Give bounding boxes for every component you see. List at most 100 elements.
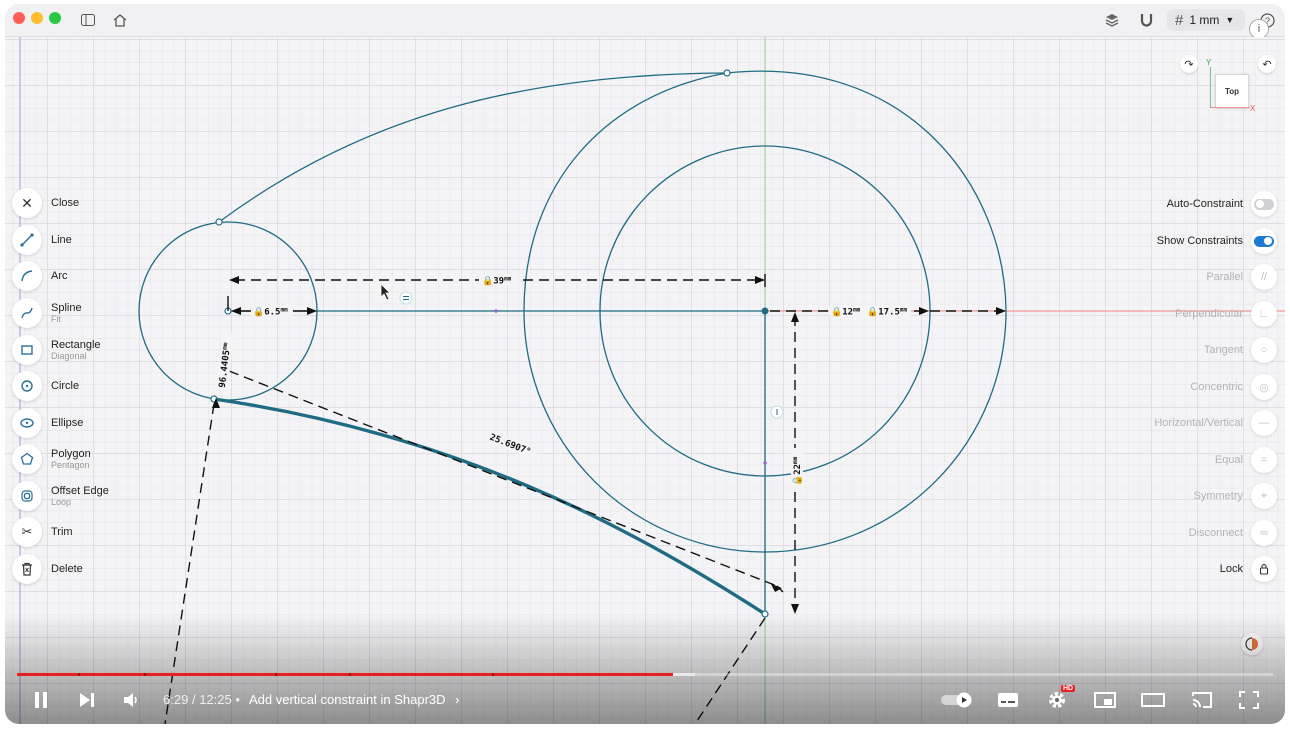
rectangle-icon[interactable]	[12, 335, 42, 365]
subtitles-icon	[998, 693, 1018, 707]
line-icon[interactable]	[12, 225, 42, 255]
auto-constraint-toggle-row[interactable]: Auto-Constraint	[1167, 191, 1277, 217]
autoplay-toggle[interactable]	[939, 688, 975, 712]
perpendicular-icon[interactable]: ∟	[1251, 301, 1277, 327]
fullscreen-icon	[1239, 691, 1259, 709]
tool-sublabel: Loop	[51, 496, 72, 507]
offset-edge-icon[interactable]	[12, 481, 42, 511]
pause-icon	[35, 692, 47, 708]
tool-arc[interactable]: Arc	[12, 261, 68, 291]
tool-close[interactable]: ✕ Close	[12, 188, 79, 218]
tool-polygon[interactable]: Polygon Pentagon	[12, 444, 91, 474]
home-icon[interactable]	[110, 10, 130, 30]
settings-button[interactable]: HD	[1044, 685, 1076, 712]
tool-trim[interactable]: ✂ Trim	[12, 517, 73, 547]
constraint-equal[interactable]: Equal =	[1215, 447, 1277, 473]
constraint-label: Parallel	[1206, 271, 1243, 283]
tool-ellipse[interactable]: Ellipse	[12, 408, 83, 438]
rotate-view-button[interactable]: ↷	[1180, 55, 1198, 73]
chapter-marker	[492, 673, 494, 676]
constraint-symmetry[interactable]: Symmetry ⌖	[1194, 483, 1277, 509]
subtitles-button[interactable]	[995, 688, 1021, 712]
auto-constraint-label: Auto-Constraint	[1166, 198, 1243, 210]
lock-icon[interactable]	[1251, 556, 1277, 582]
axis-y-label: Y	[1206, 58, 1212, 67]
constraint-horizontal-vertical[interactable]: Horizontal/Vertical —	[1154, 410, 1277, 436]
angle-dimension-label[interactable]: 25.6907°	[488, 433, 532, 458]
origin-point[interactable]	[761, 307, 769, 315]
symmetry-icon[interactable]: ⌖	[1251, 483, 1277, 509]
layers-icon[interactable]	[1102, 10, 1122, 30]
mouse-cursor-icon	[380, 283, 391, 301]
constraint-lock[interactable]: Lock	[1220, 556, 1277, 582]
tool-spline[interactable]: Spline Fit	[12, 298, 82, 328]
hd-badge: HD	[1061, 685, 1076, 692]
show-constraints-toggle[interactable]	[1251, 228, 1277, 254]
chapter-marker	[144, 673, 146, 676]
constraint-parallel[interactable]: Parallel //	[1206, 264, 1277, 290]
constraint-tangent[interactable]: Tangent ○	[1204, 337, 1277, 363]
equal-constraint-marker[interactable]	[399, 291, 413, 305]
auto-constraint-toggle[interactable]	[1251, 191, 1277, 217]
equal-icon[interactable]: =	[1251, 447, 1277, 473]
maximize-window-button[interactable]	[49, 12, 61, 24]
spline-point[interactable]	[723, 69, 731, 77]
view-cube-label: Top	[1224, 86, 1240, 96]
tool-circle[interactable]: Circle	[12, 371, 79, 401]
tool-rectangle[interactable]: Rectangle Diagonal	[12, 335, 101, 365]
pause-button[interactable]	[29, 688, 53, 712]
selected-spline[interactable]	[213, 397, 766, 616]
constraint-label: Equal	[1214, 454, 1243, 466]
constraint-label: Disconnect	[1188, 527, 1243, 539]
chapter-title-button[interactable]: Add vertical constraint in Shapr3D ›	[249, 692, 460, 707]
disconnect-icon[interactable]: ∞	[1251, 520, 1277, 546]
volume-button[interactable]	[120, 688, 144, 712]
time-separator: /	[191, 692, 196, 707]
tool-label: Delete	[51, 563, 83, 575]
tangent-icon[interactable]: ○	[1251, 337, 1277, 363]
progress-bar[interactable]	[17, 673, 1273, 676]
constraint-disconnect[interactable]: Disconnect ∞	[1189, 520, 1277, 546]
arrowhead	[791, 604, 799, 614]
parallel-icon[interactable]: //	[1251, 264, 1277, 290]
minimize-window-button[interactable]	[31, 12, 43, 24]
tool-line[interactable]: Line	[12, 225, 72, 255]
theater-mode-button[interactable]	[1140, 688, 1166, 712]
close-icon[interactable]: ✕	[12, 188, 42, 218]
undo-view-button[interactable]: ↶	[1258, 55, 1276, 73]
magnet-snap-icon[interactable]	[1136, 10, 1156, 30]
close-window-button[interactable]	[13, 12, 25, 24]
tool-sublabel: Fit	[51, 313, 61, 324]
constraint-concentric[interactable]: Concentric ◎	[1190, 374, 1277, 400]
concentric-icon[interactable]: ◎	[1251, 374, 1277, 400]
sidebar-toggle-icon[interactable]	[78, 10, 98, 30]
top-spline[interactable]	[218, 72, 728, 223]
constraint-perpendicular[interactable]: Perpendicular ∟	[1175, 301, 1277, 327]
circle-icon[interactable]	[12, 371, 42, 401]
tool-delete[interactable]: Delete	[12, 554, 83, 584]
arrowhead	[771, 584, 782, 592]
fullscreen-button[interactable]	[1236, 688, 1262, 712]
constraint-label: Tangent	[1203, 344, 1243, 356]
arrowhead	[919, 307, 929, 315]
grid-size-dropdown[interactable]: # 1 mm ▼	[1167, 9, 1245, 31]
spline-point[interactable]	[215, 218, 223, 226]
polygon-icon[interactable]	[12, 444, 42, 474]
tool-offset-edge[interactable]: Offset Edge Loop	[12, 481, 109, 511]
spline-icon[interactable]	[12, 298, 42, 328]
arc-icon[interactable]	[12, 261, 42, 291]
view-cube[interactable]: Top	[1215, 74, 1249, 108]
miniplayer-button[interactable]	[1092, 688, 1118, 712]
cast-button[interactable]	[1189, 688, 1215, 712]
show-constraints-toggle-row[interactable]: Show Constraints	[1157, 228, 1277, 254]
horizontal-vertical-icon[interactable]: —	[1251, 410, 1277, 436]
vertical-constraint-marker[interactable]	[770, 405, 784, 419]
info-button[interactable]: i	[1249, 19, 1269, 39]
trim-icon[interactable]: ✂	[12, 517, 42, 547]
next-button[interactable]	[75, 688, 99, 712]
arrowhead	[755, 276, 765, 284]
axis-x-label: X	[1250, 104, 1256, 113]
duration: 12:25	[199, 692, 232, 707]
ellipse-icon[interactable]	[12, 408, 42, 438]
delete-icon[interactable]	[12, 554, 42, 584]
